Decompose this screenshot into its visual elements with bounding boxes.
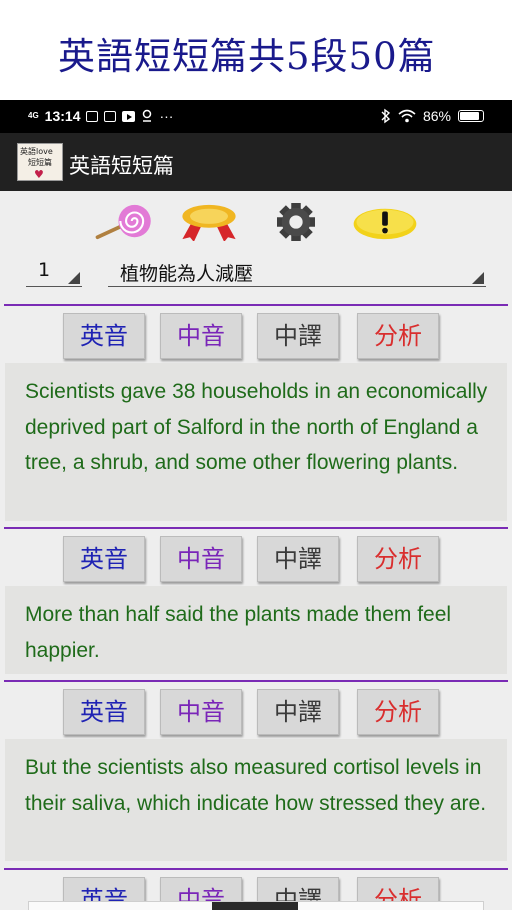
app-logo-text-bottom: 短短篇 [28, 158, 52, 167]
banner-title: 英語短短篇共5段50篇 [58, 35, 436, 78]
en-audio-button[interactable]: 英音 [63, 536, 145, 582]
en-audio-button[interactable]: 英音 [63, 313, 145, 359]
status-bar: 4G 13:14 ··· 86% [0, 100, 512, 133]
paragraph-number-value: 1 [38, 259, 51, 281]
ad-label [212, 902, 298, 910]
main-content[interactable]: 1 植物能為人減壓 英音 中音 中譯 分析 Scientists gave 38… [0, 191, 512, 910]
app-logo-text-top: 英語love [20, 147, 53, 156]
paragraph-text[interactable]: Scientists gave 38 households in an econ… [5, 363, 507, 521]
analysis-button[interactable]: 分析 [357, 536, 439, 582]
analysis-button[interactable]: 分析 [357, 689, 439, 735]
mail-icon [86, 110, 99, 122]
en-audio-button[interactable]: 英音 [63, 689, 145, 735]
gear-icon[interactable] [262, 203, 330, 241]
analysis-button[interactable]: 分析 [357, 313, 439, 359]
warning-icon[interactable] [350, 203, 420, 241]
section-divider [4, 527, 508, 529]
more-notifications-indicator: ··· [159, 108, 174, 124]
gallery-icon [104, 110, 117, 122]
paragraph-number-select[interactable]: 1 [26, 259, 82, 287]
dropdown-arrow-icon [472, 272, 484, 284]
paragraph-text[interactable]: More than half said the plants made them… [5, 586, 507, 674]
app-logo: 英語love 短短篇 ♥ [17, 143, 63, 181]
status-bar-right: 86% [381, 108, 484, 124]
section-divider [4, 868, 508, 870]
article-select[interactable]: 植物能為人減壓 [108, 259, 486, 287]
battery-percentage: 86% [422, 108, 451, 124]
section-divider [4, 680, 508, 682]
zh-translation-button[interactable]: 中譯 [257, 689, 339, 735]
dropdown-arrow-icon [68, 272, 80, 284]
app-bar: 英語love 短短篇 ♥ 英語短短篇 [0, 133, 512, 191]
app-title: 英語短短篇 [69, 154, 174, 178]
zh-translation-button[interactable]: 中譯 [257, 536, 339, 582]
promo-banner: 英語短短篇共5段50篇 [0, 0, 512, 100]
paragraph-text[interactable]: But the scientists also measured cortiso… [5, 739, 507, 861]
location-icon [143, 109, 152, 122]
zh-audio-button[interactable]: 中音 [160, 689, 242, 735]
status-bar-left: 4G 13:14 ··· [28, 108, 173, 124]
battery-icon [458, 110, 484, 122]
section-divider [4, 304, 508, 306]
youtube-icon [122, 110, 136, 122]
zh-audio-button[interactable]: 中音 [160, 313, 242, 359]
wifi-icon [398, 109, 416, 123]
status-time: 13:14 [44, 108, 81, 124]
zh-translation-button[interactable]: 中譯 [257, 313, 339, 359]
article-title-value: 植物能為人減壓 [120, 263, 254, 285]
bluetooth-icon [381, 108, 391, 124]
lollipop-icon[interactable] [92, 203, 162, 241]
network-indicator: 4G [28, 111, 39, 120]
zh-audio-button[interactable]: 中音 [160, 536, 242, 582]
heart-icon: ♥ [34, 168, 44, 181]
award-ribbon-icon[interactable] [175, 203, 243, 241]
